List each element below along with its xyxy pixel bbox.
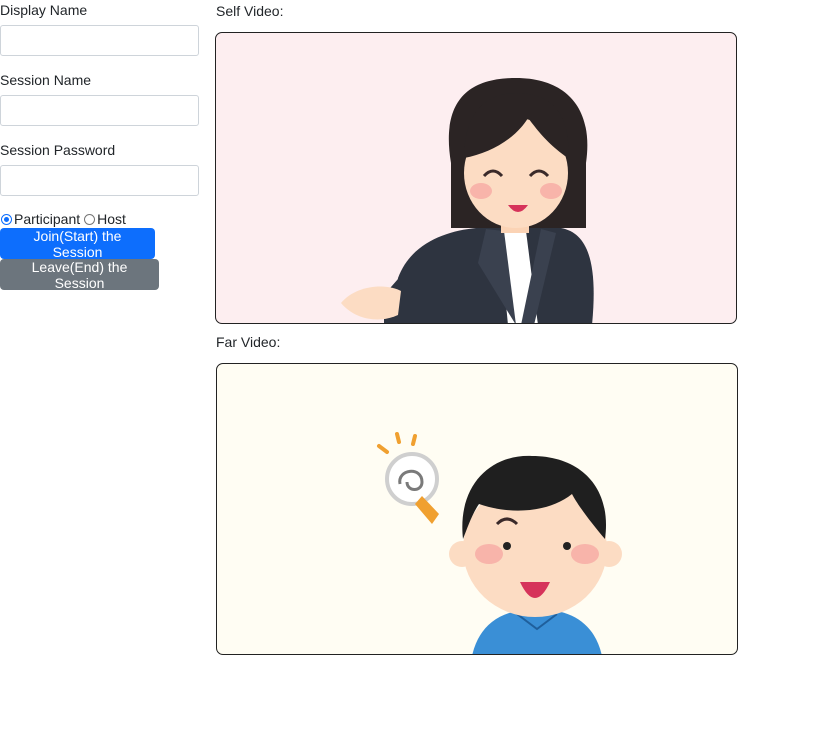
- participant-radio[interactable]: [1, 213, 12, 225]
- session-name-label: Session Name: [0, 72, 92, 88]
- leave-session-button[interactable]: Leave(End) the Session: [0, 259, 159, 291]
- host-radio[interactable]: [84, 213, 96, 225]
- self-video-area: [215, 32, 737, 324]
- role-radio-group: Participant Host: [0, 210, 126, 228]
- participant-radio-label: Participant: [14, 211, 81, 227]
- join-session-button[interactable]: Join(Start) the Session: [0, 228, 155, 260]
- host-radio-label: Host: [97, 211, 126, 227]
- session-password-label: Session Password: [0, 142, 116, 158]
- session-password-input[interactable]: [0, 165, 199, 196]
- display-name-label: Display Name: [0, 2, 88, 18]
- display-name-input[interactable]: [0, 25, 199, 56]
- lightbulb-icon: [377, 432, 417, 454]
- self-video-label: Self Video:: [216, 3, 284, 19]
- boy-idea-illustration: [377, 432, 622, 654]
- woman-illustration: [341, 78, 594, 323]
- session-name-input[interactable]: [0, 95, 199, 126]
- far-video-label: Far Video:: [216, 334, 281, 350]
- far-video-area: [216, 363, 738, 655]
